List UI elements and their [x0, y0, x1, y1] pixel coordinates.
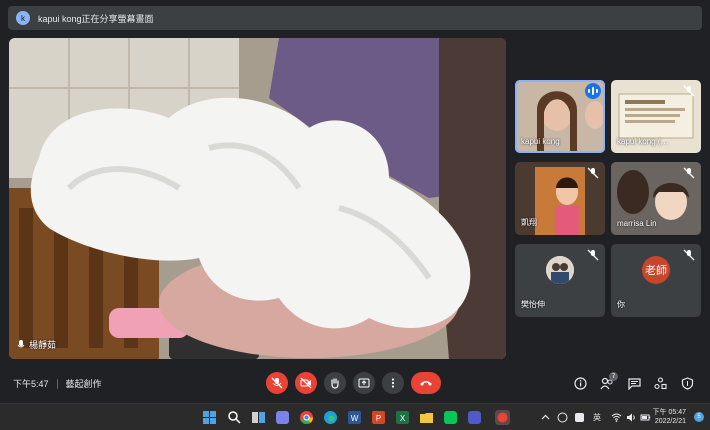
meeting-name[interactable]: 藝起創作 [66, 377, 102, 390]
system-clock[interactable]: 下午 05:47 2022/2/21 [653, 408, 686, 426]
info-icon [573, 376, 587, 390]
line-app-icon[interactable] [443, 410, 458, 425]
powerpoint-icon[interactable]: P [371, 410, 386, 425]
teams-icon[interactable] [467, 410, 482, 425]
leave-call-button[interactable] [411, 372, 441, 394]
meeting-details-button[interactable] [572, 375, 588, 391]
chat-icon [627, 377, 641, 390]
input-language[interactable]: 英 [593, 412, 601, 423]
wifi-icon[interactable] [611, 412, 622, 423]
mic-off-icon [683, 249, 695, 261]
tray-app-icon[interactable] [574, 412, 585, 423]
system-time: 下午 05:47 [652, 409, 686, 416]
participant-name: kapui kong [521, 137, 560, 146]
activities-icon [653, 376, 667, 389]
participant-name: 凱翔 [521, 218, 537, 227]
more-options-button[interactable] [382, 372, 404, 394]
onedrive-icon[interactable] [557, 412, 568, 423]
main-video-frame [9, 38, 506, 359]
participant-name: kapui kong (… [617, 137, 669, 146]
battery-icon[interactable] [640, 412, 651, 423]
volume-icon[interactable] [626, 412, 637, 423]
meeting-control-bar: 下午5:47 藝起創作 7 [0, 366, 710, 400]
presentation-banner-text: kapui kong正在分享螢幕畫面 [38, 13, 154, 24]
participant-name: marrisa Lin [617, 219, 657, 228]
teams-chat-icon[interactable] [275, 410, 290, 425]
os-taskbar: W P X 英 下午 05:47 2022/2/21 5 [0, 403, 710, 430]
present-screen-icon [358, 378, 370, 388]
participant-tile-kaixiang[interactable]: 凱翔 [515, 162, 605, 235]
participant-tile-fan[interactable]: 樊怡伸 [515, 244, 605, 317]
chat-button[interactable] [626, 375, 642, 391]
edge-icon[interactable] [323, 410, 338, 425]
participant-avatar [546, 256, 574, 285]
file-explorer-icon[interactable] [419, 410, 434, 425]
toggle-mic-button[interactable] [266, 372, 288, 394]
windows-start-icon[interactable] [202, 410, 217, 425]
mic-icon [17, 339, 25, 347]
participant-avatar: 老師 [642, 256, 670, 285]
main-video-stage[interactable]: 楊靜茹 [9, 38, 506, 359]
participant-tile-marrisa-lin[interactable]: marrisa Lin [611, 162, 701, 235]
system-date: 2022/2/21 [654, 418, 686, 425]
raise-hand-button[interactable] [324, 372, 346, 394]
participant-tile-self[interactable]: 老師 你 [611, 244, 701, 317]
mic-off-icon [683, 85, 695, 97]
meeting-time: 下午5:47 [13, 379, 49, 389]
mic-off-icon [683, 167, 695, 179]
search-icon[interactable] [227, 410, 242, 425]
participant-tile-kapui-kong-presentation[interactable]: kapui kong (… [611, 80, 701, 153]
divider [56, 378, 58, 389]
presenter-name: 楊靜茹 [29, 340, 57, 350]
mic-off-icon [587, 249, 599, 261]
participant-name: 樊怡伸 [521, 300, 545, 309]
svg-text:P: P [376, 414, 381, 423]
chrome-icon[interactable] [299, 410, 314, 425]
mic-off-icon [271, 377, 283, 389]
meeting-info: 下午5:47 藝起創作 [13, 377, 102, 390]
participants-button[interactable]: 7 [599, 372, 618, 391]
presenter-name-tag: 楊靜茹 [17, 338, 56, 351]
present-now-button[interactable] [353, 372, 375, 394]
task-view-icon[interactable] [251, 410, 266, 425]
svg-text:X: X [400, 414, 406, 423]
participants-count-badge: 7 [609, 372, 618, 381]
camera-off-icon [300, 377, 312, 389]
participant-name: 你 [617, 300, 625, 309]
svg-text:W: W [351, 414, 359, 423]
activities-button[interactable] [652, 375, 668, 391]
toggle-camera-button[interactable] [295, 372, 317, 394]
host-controls-button[interactable] [679, 375, 695, 391]
shield-icon [681, 376, 693, 390]
word-icon[interactable]: W [347, 410, 362, 425]
speaking-indicator-icon [585, 83, 601, 99]
chevron-up-icon[interactable] [541, 413, 550, 422]
hang-up-icon [420, 381, 432, 386]
more-vert-icon [391, 378, 395, 388]
notification-center-badge[interactable]: 5 [694, 412, 704, 422]
presentation-banner: k kapui kong正在分享螢幕畫面 [8, 6, 702, 30]
mic-off-icon [587, 167, 599, 179]
hand-icon [331, 378, 339, 389]
excel-icon[interactable]: X [395, 410, 410, 425]
meet-window-icon[interactable] [495, 410, 510, 425]
participant-tile-kapui-kong[interactable]: kapui kong [515, 80, 605, 153]
avatar-photo-icon [546, 256, 574, 285]
presenter-avatar: k [16, 11, 30, 25]
